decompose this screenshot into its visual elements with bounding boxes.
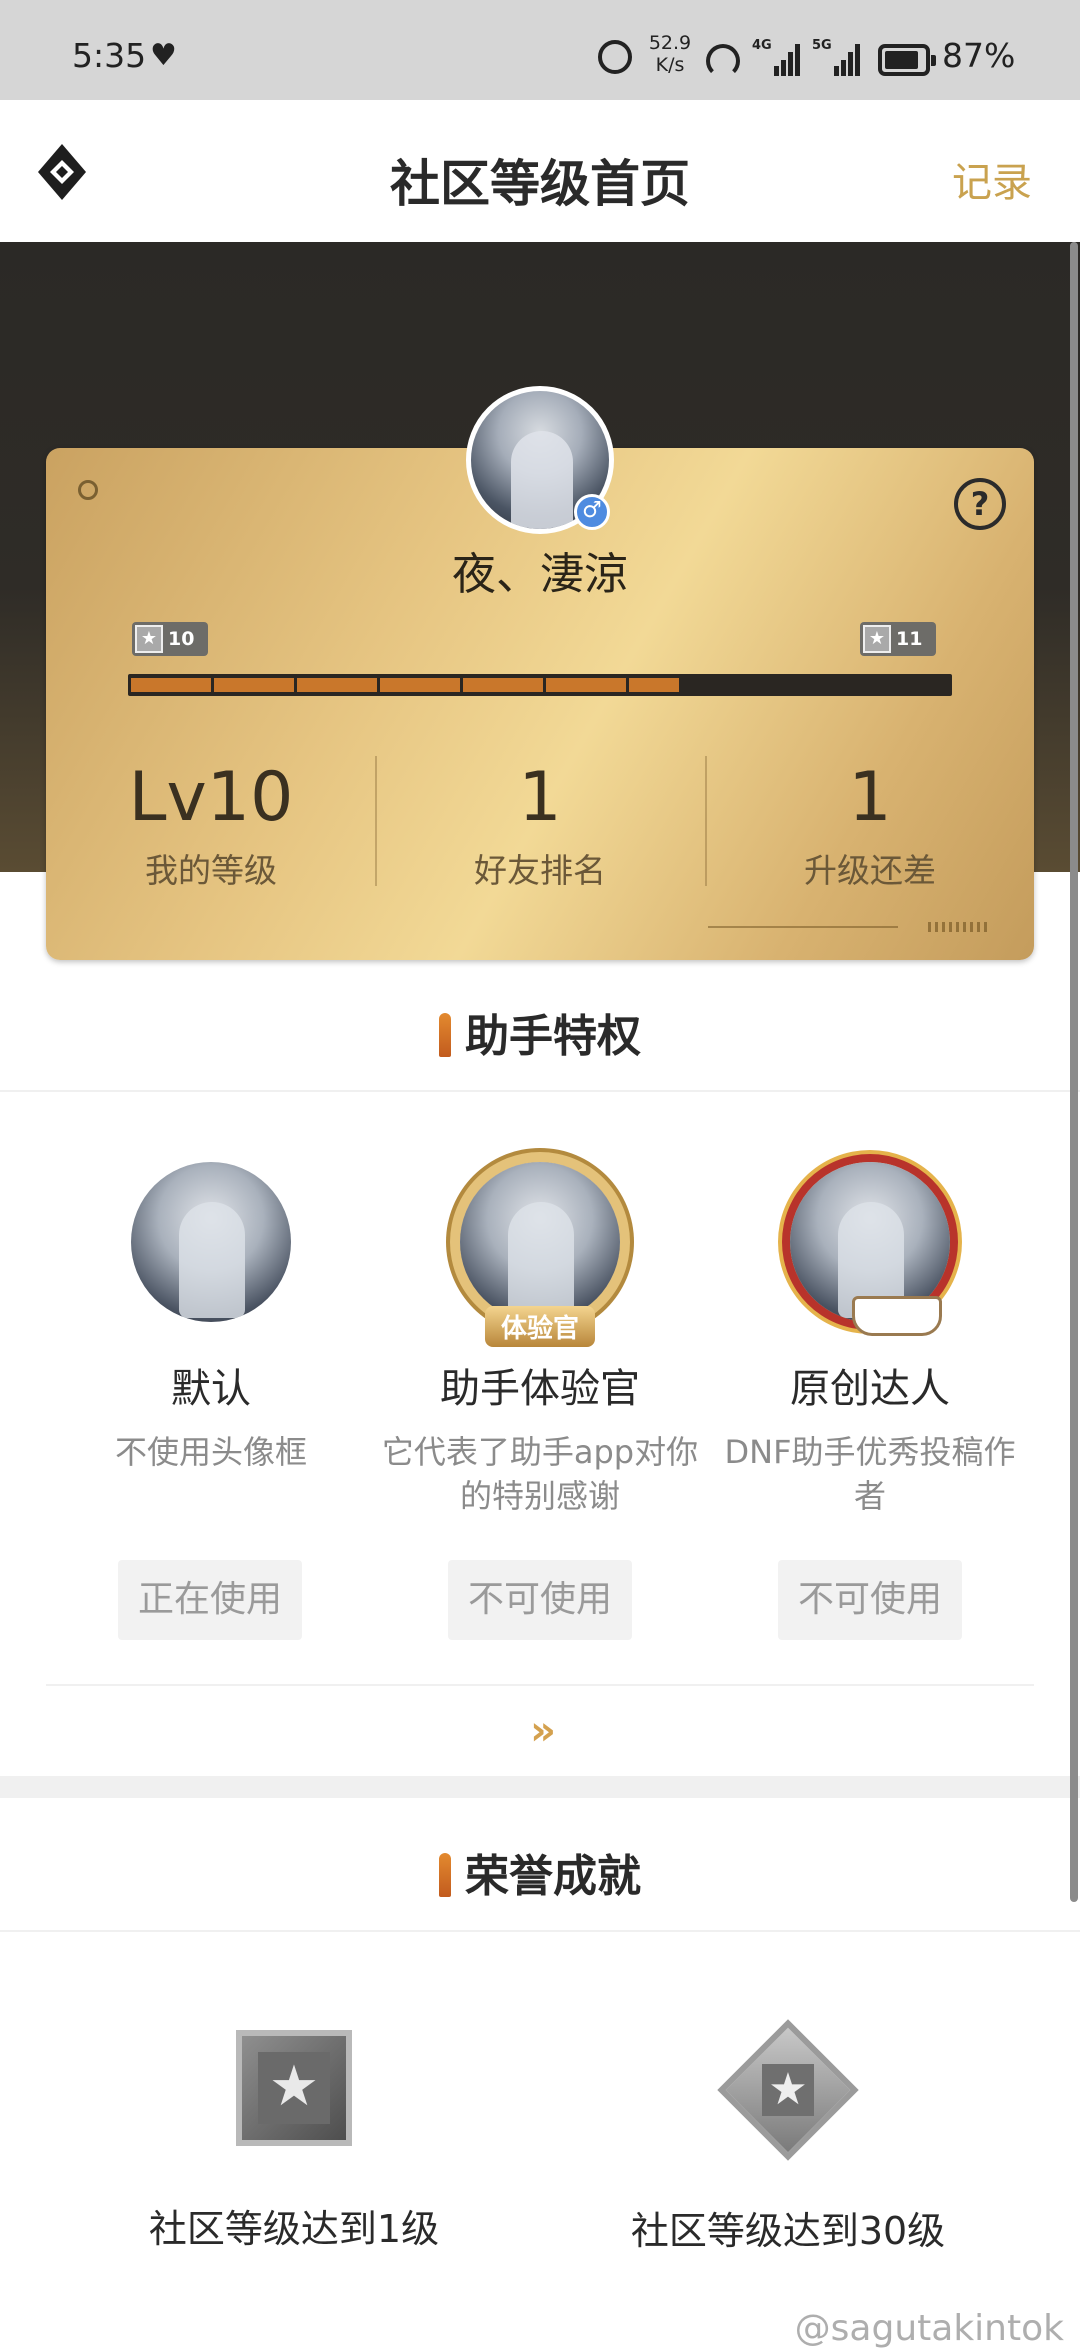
status-time: 5:35	[72, 36, 147, 75]
star-icon: ★	[135, 625, 163, 653]
stat-friend-rank[interactable]: 1 好友排名	[375, 758, 705, 892]
frame-experience-officer[interactable]: 体验官 助手体验官 它代表了助手app对你的特别感谢	[375, 1162, 705, 1518]
signal-sim1-icon: 4G	[752, 38, 800, 76]
section-marker-icon	[439, 1853, 451, 1897]
status-bar: 5:35 ♥ 52.9 K/s 4G 5G 87%	[0, 0, 1080, 100]
help-icon[interactable]: ?	[954, 478, 1006, 530]
stat-my-level: Lv10 我的等级	[128, 758, 294, 890]
card-decoration	[708, 918, 988, 936]
honors-title: 荣誉成就	[0, 1840, 1080, 1904]
page-title: 社区等级首页	[390, 155, 690, 213]
frame-experience-officer-button[interactable]: 不可使用	[448, 1560, 632, 1640]
section-marker-icon	[439, 1013, 451, 1057]
watermark: @sagutakintok	[794, 2308, 1064, 2349]
honor-level-30[interactable]: ★ 社区等级达到30级	[528, 2019, 1048, 2255]
battery-percent: 87%	[942, 36, 1016, 75]
avatar-frame-gold	[460, 1162, 620, 1322]
frame-original-creator-button[interactable]: 不可使用	[778, 1560, 962, 1640]
card-ring-icon	[78, 480, 98, 500]
level-progress-fill	[131, 678, 679, 692]
divider	[0, 1090, 1080, 1092]
username: 夜、淒涼	[452, 549, 628, 600]
records-link[interactable]: 记录	[952, 150, 1032, 208]
section-separator	[0, 1776, 1080, 1798]
privileges-title: 助手特权	[0, 1000, 1080, 1064]
alarm-icon	[598, 40, 632, 74]
scrollbar[interactable]	[1070, 242, 1078, 1902]
silver-square-star-badge-icon: ★	[236, 2030, 352, 2146]
current-level-badge: ★ 10	[132, 622, 208, 656]
battery-icon	[878, 44, 936, 76]
next-level-badge: ★ 11	[860, 622, 936, 656]
frame-default-button[interactable]: 正在使用	[118, 1560, 302, 1640]
frame-original-creator[interactable]: 原创达人 DNF助手优秀投稿作者	[705, 1162, 1035, 1518]
health-icon: ♥	[150, 38, 177, 73]
star-icon: ★	[863, 625, 891, 653]
expand-more-icon[interactable]: »	[0, 1708, 1080, 1754]
honor-level-1[interactable]: ★ 社区等级达到1级	[34, 2030, 554, 2253]
signal-sim2-icon: 5G	[812, 38, 860, 76]
gender-male-icon: ♂	[574, 494, 610, 530]
network-speed: 52.9 K/s	[648, 32, 692, 76]
stat-upgrade-gap: 1 升级还差	[804, 758, 936, 890]
divider	[0, 1930, 1080, 1932]
book-icon	[852, 1296, 942, 1336]
avatar-frame-default	[131, 1162, 291, 1322]
frame-tag: 体验官	[484, 1306, 596, 1347]
silver-diamond-star-badge-icon: ★	[717, 2019, 859, 2161]
hotspot-icon	[706, 44, 740, 78]
divider	[46, 1684, 1034, 1686]
frame-default[interactable]: 默认 不使用头像框	[46, 1162, 376, 1474]
